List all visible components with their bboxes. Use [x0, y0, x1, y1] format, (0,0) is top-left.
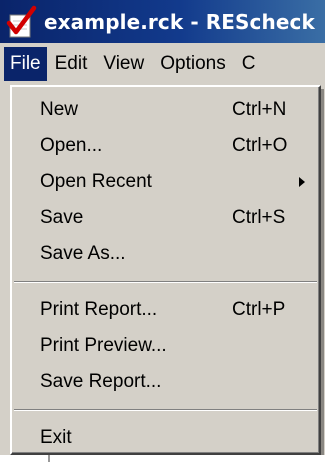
app-icon[interactable] — [4, 5, 38, 39]
window-title: example.rck - REScheck — [44, 9, 315, 34]
submenu-arrow-icon — [299, 177, 305, 187]
menu-edit[interactable]: Edit — [47, 47, 96, 81]
menu-item-label: Print Preview... — [40, 335, 167, 356]
menu-separator — [12, 272, 319, 292]
menu-item-label: Exit — [40, 427, 72, 448]
menu-item-label: Print Report... — [40, 299, 158, 320]
menu-item-save[interactable]: Save Ctrl+S — [12, 200, 319, 236]
menu-item-shortcut: Ctrl+P — [232, 299, 286, 320]
menu-item-new[interactable]: New Ctrl+N — [12, 92, 319, 128]
menu-view[interactable]: View — [95, 47, 152, 81]
menu-c[interactable]: C — [234, 47, 264, 81]
menu-item-label: New — [40, 99, 79, 120]
menu-file[interactable]: File — [4, 47, 47, 81]
menu-item-shortcut: Ctrl+N — [232, 99, 287, 120]
menu-item-open-recent[interactable]: Open Recent — [12, 164, 319, 200]
menu-item-shortcut: Ctrl+S — [232, 207, 286, 228]
menu-item-label: Open... — [40, 135, 103, 156]
menu-item-print-preview[interactable]: Print Preview... — [12, 328, 319, 364]
menu-item-label: Open Recent — [40, 171, 152, 192]
title-bar[interactable]: example.rck - REScheck — [0, 0, 325, 43]
menu-item-exit[interactable]: Exit — [12, 420, 319, 456]
menu-item-label: Save Report... — [40, 371, 162, 392]
file-menu-dropdown: New Ctrl+N Open... Ctrl+O Open Recent Sa… — [10, 85, 321, 455]
menu-item-save-report[interactable]: Save Report... — [12, 364, 319, 400]
menu-item-label: Save As... — [40, 243, 126, 264]
window-content-edge — [0, 455, 325, 462]
menu-item-label: Save — [40, 207, 84, 228]
menu-item-shortcut: Ctrl+O — [232, 135, 288, 156]
menu-options[interactable]: Options — [152, 47, 233, 81]
menu-item-open[interactable]: Open... Ctrl+O — [12, 128, 319, 164]
menu-separator — [12, 400, 319, 420]
menu-bar: File Edit View Options C — [0, 43, 325, 85]
menu-item-save-as[interactable]: Save As... — [12, 236, 319, 272]
menu-item-print-report[interactable]: Print Report... Ctrl+P — [12, 292, 319, 328]
